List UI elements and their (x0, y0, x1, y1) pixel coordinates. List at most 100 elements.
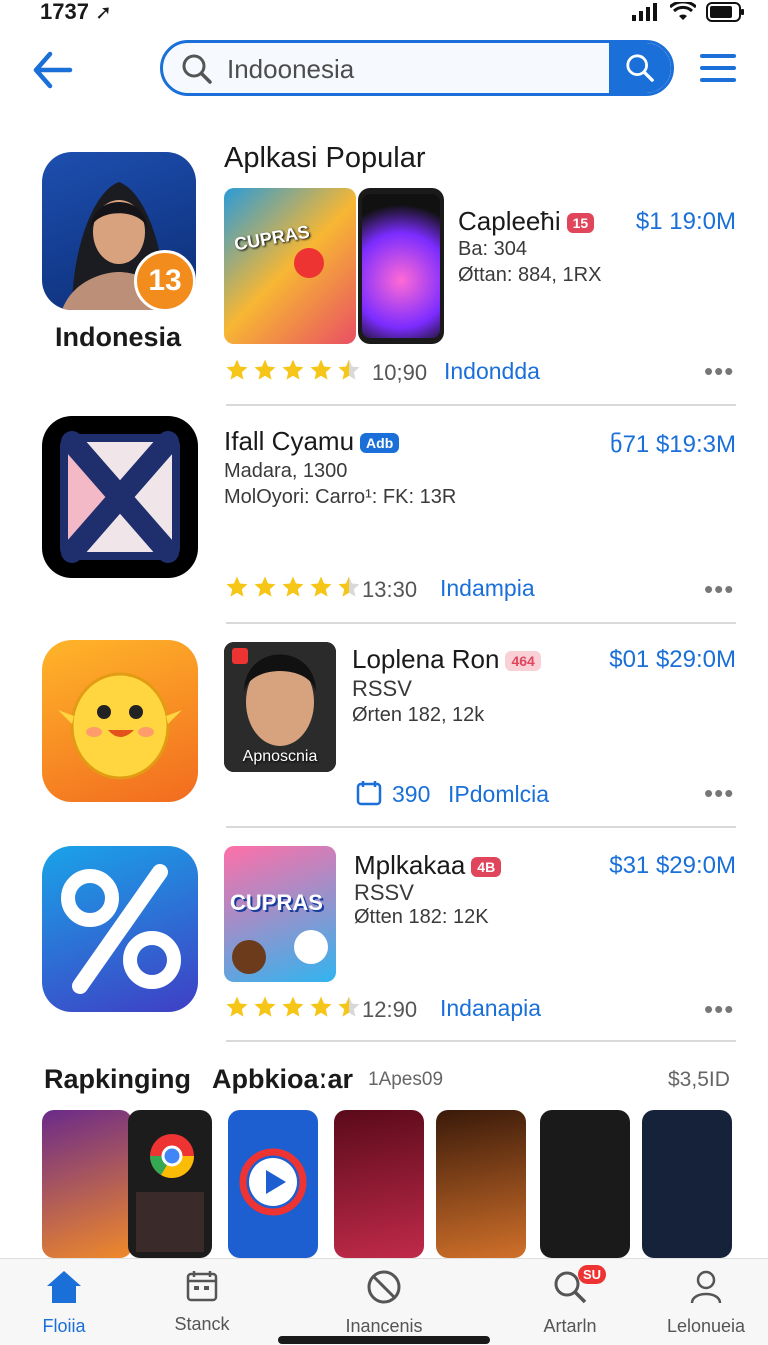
app-4-more-button[interactable]: ••• (704, 994, 734, 1025)
star-icon (282, 359, 304, 380)
app-3-line2: Ørten 182, 12k (352, 704, 485, 726)
app-4-icon[interactable] (42, 846, 198, 1012)
menu-button[interactable] (700, 54, 736, 84)
app-4-screenshot[interactable]: CUPRAS (224, 846, 336, 982)
ranking-tag: 1Apes09 (368, 1069, 444, 1090)
app-3-icon[interactable] (42, 640, 198, 802)
app-2-location[interactable]: Indampia (440, 575, 535, 602)
divider (226, 1040, 736, 1042)
star-icon (254, 576, 276, 597)
divider (226, 622, 736, 624)
star-icon (338, 576, 360, 597)
battery-icon (706, 2, 744, 22)
app-3-more-button[interactable]: ••• (704, 778, 734, 809)
blocked-icon (367, 1270, 401, 1304)
app-2-rating-text: 13:30 (362, 577, 418, 602)
app-4-location[interactable]: Indanapia (440, 995, 541, 1022)
ranking-card-3[interactable] (228, 1110, 318, 1258)
star-icon (310, 996, 332, 1017)
app-3-screenshot-label: Apnoscnia (242, 748, 318, 765)
star-icon (226, 996, 248, 1017)
app-3-title[interactable]: Loplena Ron 464 (352, 644, 541, 675)
search-submit-button[interactable] (609, 43, 671, 93)
app-3-location[interactable]: IPdomlcia (448, 781, 549, 808)
app-2-line2: MolOyori: Carro¹: FK: 13R (224, 486, 457, 508)
app-1-line2: Øttan: 884, 1RX (458, 264, 602, 286)
ranking-card-7[interactable] (642, 1110, 732, 1258)
app-2-price: ნ71 $19:3M (610, 431, 736, 458)
person-icon (690, 1270, 722, 1304)
ranking-card-5[interactable] (436, 1110, 526, 1258)
section-title: Aplkasi Popular (224, 142, 426, 174)
app-4-price: $31 $29:0M (609, 852, 736, 879)
app-1-badge: 15 (566, 213, 595, 234)
ranking-card-6[interactable] (540, 1110, 630, 1258)
search-bar[interactable] (160, 40, 674, 96)
signal-icon (632, 3, 657, 21)
back-button[interactable] (30, 48, 74, 92)
percent-icon (61, 864, 181, 994)
tab-bar: Floiia Stanck Inancenis SU Artarln Lelon… (0, 1258, 768, 1345)
app-3-calendar-icon (356, 780, 382, 811)
ranking-card-4[interactable] (334, 1110, 424, 1258)
star-icon (226, 359, 248, 380)
app-4-rating (224, 995, 362, 1019)
app-4-line2: Øtten 182: 12K (354, 906, 489, 928)
app-3-screenshot[interactable]: Apnoscnia (224, 642, 336, 772)
x-logo-icon (60, 431, 180, 563)
status-time: 1737 ➚ (40, 0, 112, 24)
app-3-badge: 464 (505, 651, 541, 672)
app-1-rating-text: 10;90 (372, 360, 428, 385)
status-icons (632, 2, 746, 22)
tab-inancenis-label: Inancenis (345, 1316, 423, 1336)
wifi-icon (670, 2, 696, 20)
app-4-badge: 4B (471, 857, 502, 878)
app-1-location[interactable]: Indondda (444, 358, 540, 385)
home-icon (47, 1271, 81, 1303)
ranking-card-1[interactable] (42, 1110, 132, 1258)
search-input[interactable] (225, 51, 609, 87)
app-1-screenshot-a[interactable]: CUPRAS (224, 188, 356, 344)
app-1-screenshot-b[interactable] (358, 188, 444, 344)
tab-home-label: Floiia (42, 1316, 86, 1336)
tab-inancenis[interactable]: Inancenis (314, 1269, 454, 1337)
app-1-more-button[interactable]: ••• (704, 356, 734, 387)
app-4-screenshot-label: CUPRAS (230, 890, 323, 915)
divider (226, 404, 736, 406)
star-icon (254, 359, 276, 380)
home-indicator (278, 1336, 490, 1344)
featured-count-badge: 13 (134, 250, 196, 312)
tab-artarln-badge: SU (578, 1265, 607, 1284)
tab-lelonueia[interactable]: Lelonueia (636, 1269, 768, 1337)
star-icon (310, 576, 332, 597)
tab-stanck[interactable]: Stanck (132, 1269, 272, 1335)
tab-artarln[interactable]: SU Artarln (500, 1265, 640, 1337)
app-4-line1: RSSV (354, 880, 414, 905)
ranking-title-a: Rapkinging (44, 1064, 191, 1094)
chrome-icon (136, 1134, 204, 1252)
app-2-badge: Adb (360, 433, 400, 454)
app-1-title[interactable]: Capleeћi 15 (458, 206, 595, 237)
tab-artarln-label: Artarln (543, 1316, 597, 1336)
app-3-rating-text: 390 (392, 781, 431, 807)
app-1-line1: Ba: 304 (458, 238, 527, 260)
star-icon (226, 576, 248, 597)
app-4-title[interactable]: Mplkakaa 4B (354, 850, 502, 881)
tab-lelonueia-label: Lelonueia (666, 1316, 746, 1336)
app-2-icon[interactable] (42, 416, 198, 578)
search-icon (626, 54, 654, 82)
tab-home[interactable]: Floiia (0, 1269, 134, 1337)
star-icon (282, 996, 304, 1017)
ranking-price: $3,5ID (668, 1068, 730, 1091)
ranking-card-2[interactable] (128, 1110, 212, 1258)
ranking-title-b: Apbkioaːar (212, 1064, 354, 1094)
app-2-title[interactable]: Ifall Cyamu Adb (224, 426, 400, 457)
star-icon (338, 359, 360, 380)
menu-icon (700, 54, 736, 58)
app-2-more-button[interactable]: ••• (704, 574, 734, 605)
play-icon (239, 1148, 307, 1216)
app-3-line1: RSSV (352, 676, 412, 701)
featured-app-name: Indonesia (54, 322, 182, 352)
divider (226, 826, 736, 828)
tab-stanck-label: Stanck (174, 1314, 230, 1334)
